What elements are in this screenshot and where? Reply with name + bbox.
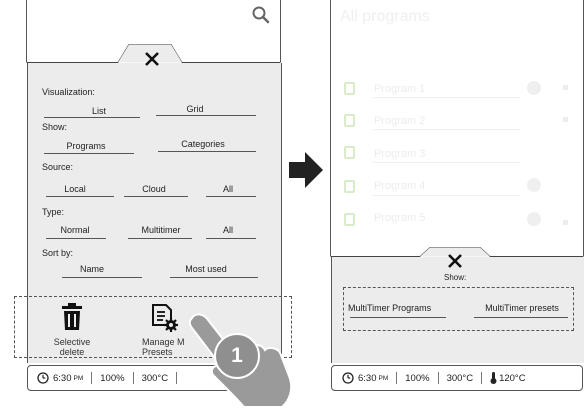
right-status-ampm: PM bbox=[378, 374, 389, 382]
show-option-multitimer-presets[interactable]: MultiTimer presets bbox=[476, 303, 568, 313]
show-option-multitimer-programs-label: MultiTimer Programs bbox=[348, 303, 432, 313]
right-status-percent: 100% bbox=[405, 372, 430, 384]
show-option-multitimer-programs[interactable]: MultiTimer Programs bbox=[348, 303, 444, 313]
right-status-time: 6:30 bbox=[358, 372, 377, 384]
show-option-multitimer-presets-label: MultiTimer presets bbox=[485, 303, 559, 313]
close-icon[interactable] bbox=[447, 253, 463, 269]
right-status-temp: 300°C bbox=[446, 372, 474, 384]
probe-icon bbox=[490, 372, 497, 384]
right-status-content: 6:30 PM 100% 300°C 120°C bbox=[342, 370, 526, 386]
right-status-probe-temp: 120°C bbox=[499, 372, 526, 384]
clock-icon bbox=[342, 372, 354, 384]
show-sheet-label: Show: bbox=[444, 273, 467, 282]
